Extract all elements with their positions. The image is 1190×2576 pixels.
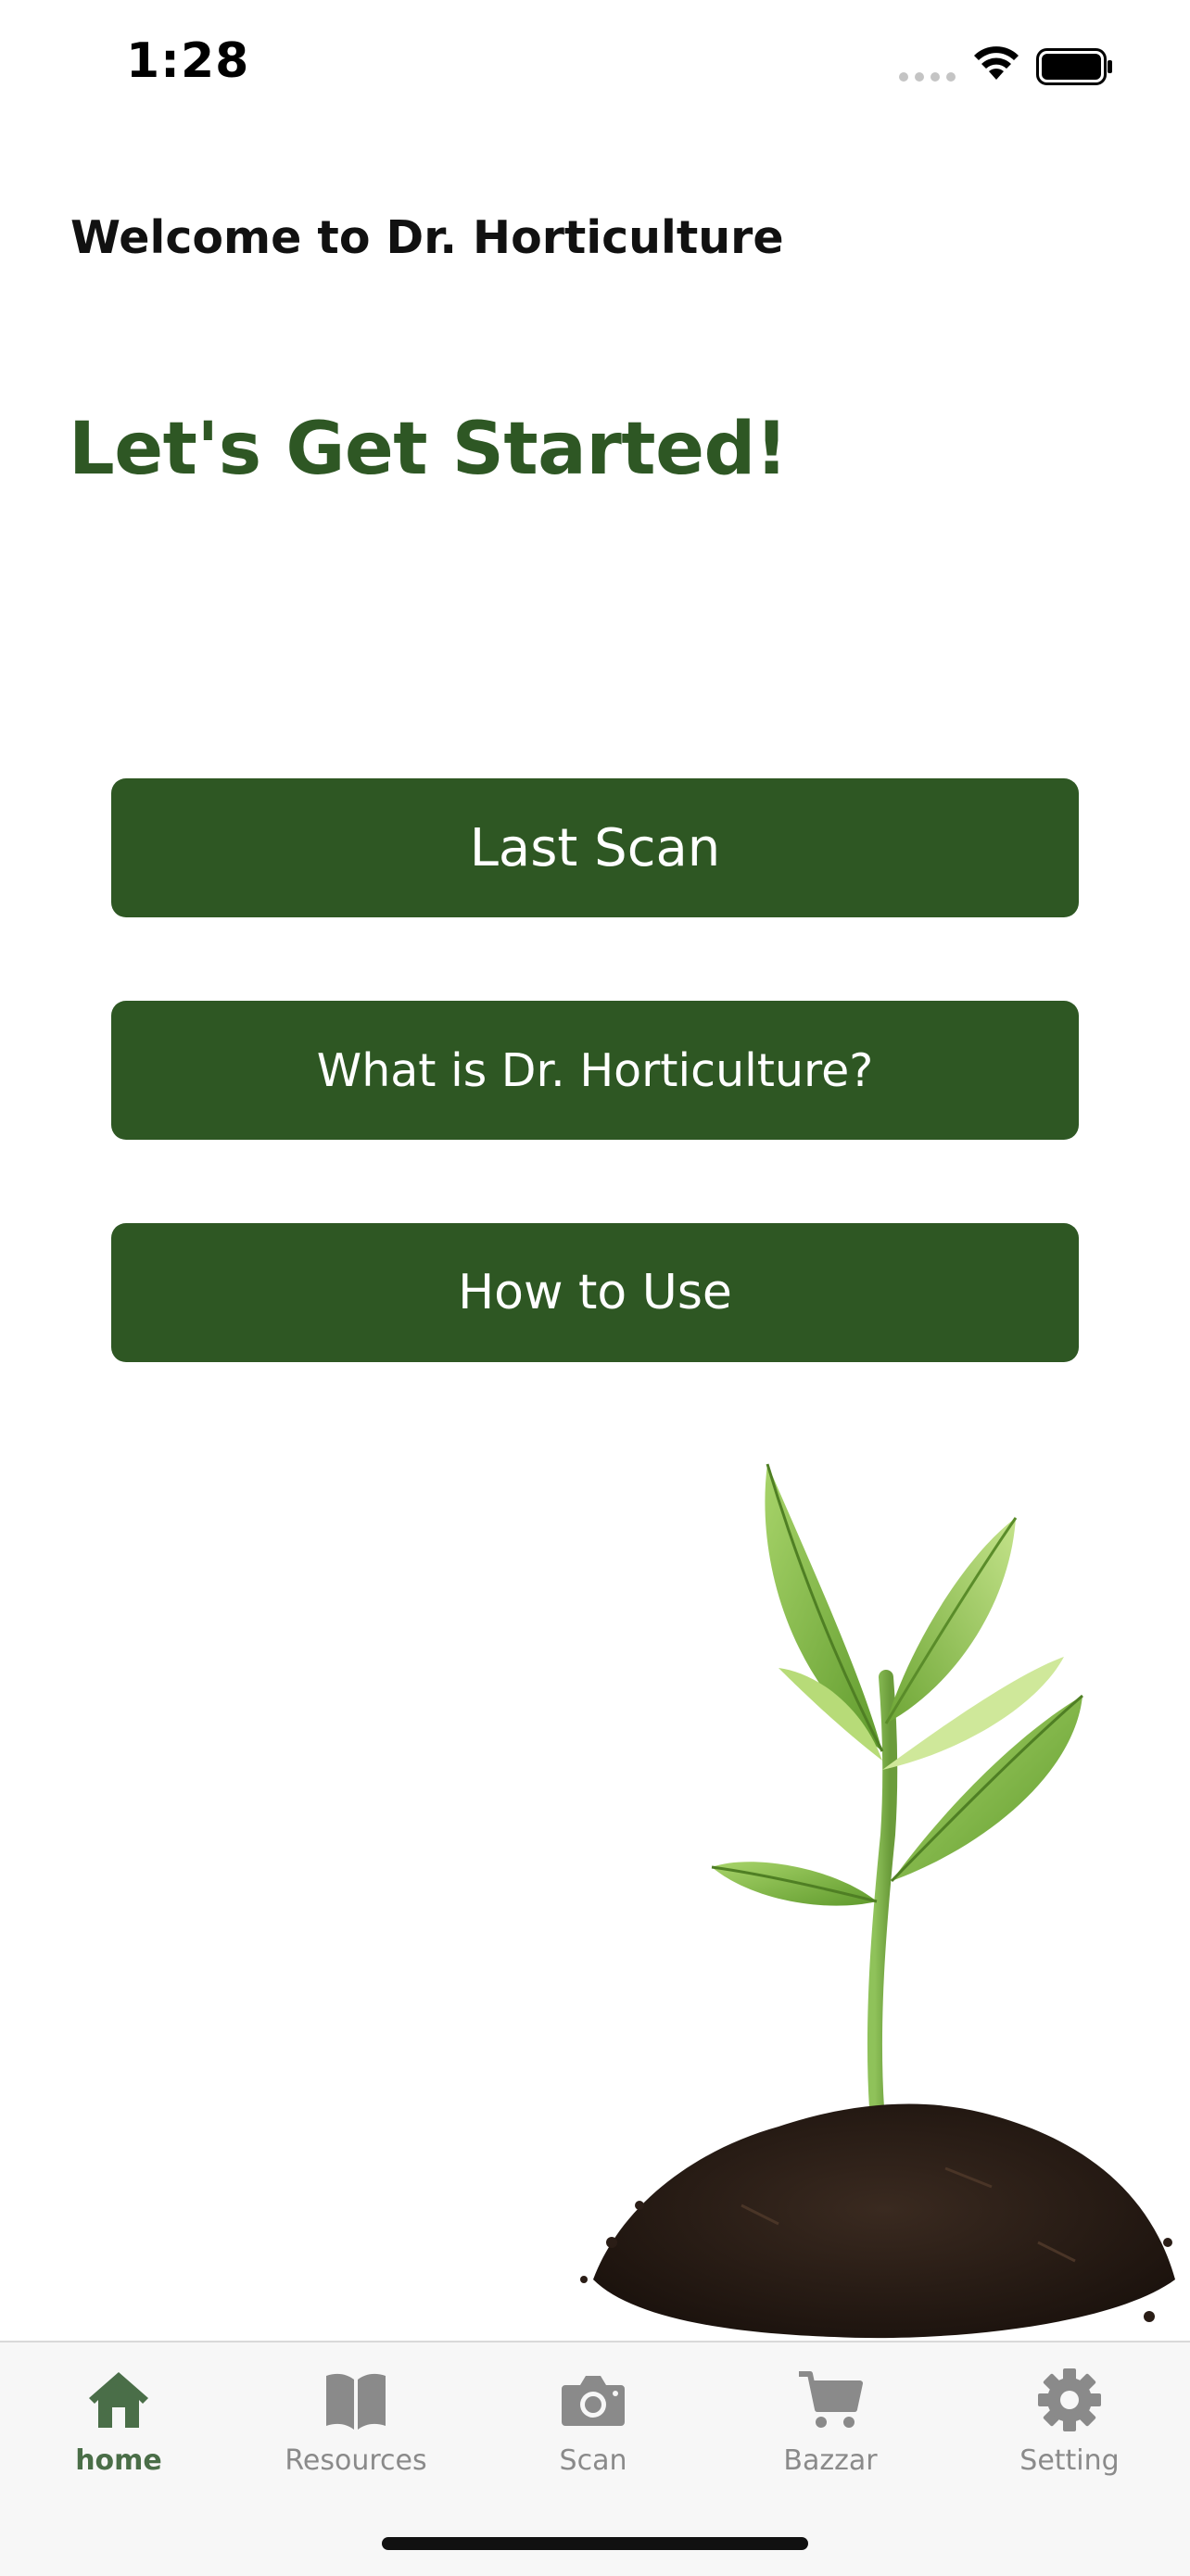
cart-icon xyxy=(799,2371,863,2428)
cellular-signal-icon xyxy=(899,72,956,82)
status-bar: 1:28 xyxy=(0,0,1190,139)
house-icon xyxy=(89,2372,148,2428)
how-to-use-button[interactable]: How to Use xyxy=(111,1223,1079,1362)
tab-label: home xyxy=(75,2444,162,2477)
what-is-dr-horticulture-button[interactable]: What is Dr. Horticulture? xyxy=(111,1001,1079,1140)
seedling-in-soil-image xyxy=(580,1463,1175,2339)
wifi-icon xyxy=(974,46,1019,80)
welcome-text: Welcome to Dr. Horticulture xyxy=(70,211,784,264)
home-indicator[interactable] xyxy=(382,2537,808,2550)
page-title: Let's Get Started! xyxy=(69,408,788,491)
last-scan-button[interactable]: Last Scan xyxy=(111,778,1079,917)
status-time: 1:28 xyxy=(126,33,250,89)
tab-bazzar[interactable]: Bazzar xyxy=(738,2365,923,2494)
battery-icon xyxy=(1036,48,1112,85)
book-icon xyxy=(326,2373,386,2430)
tab-label: Bazzar xyxy=(783,2444,878,2477)
tab-setting[interactable]: Setting xyxy=(977,2365,1162,2494)
camera-icon xyxy=(562,2376,625,2426)
gear-icon xyxy=(1038,2368,1101,2431)
tab-label: Scan xyxy=(559,2444,627,2477)
tab-home[interactable]: home xyxy=(26,2365,211,2494)
tab-label: Setting xyxy=(1019,2444,1120,2477)
tab-resources[interactable]: Resources xyxy=(263,2365,449,2494)
tab-scan[interactable]: Scan xyxy=(500,2365,686,2494)
tab-label: Resources xyxy=(285,2444,427,2477)
